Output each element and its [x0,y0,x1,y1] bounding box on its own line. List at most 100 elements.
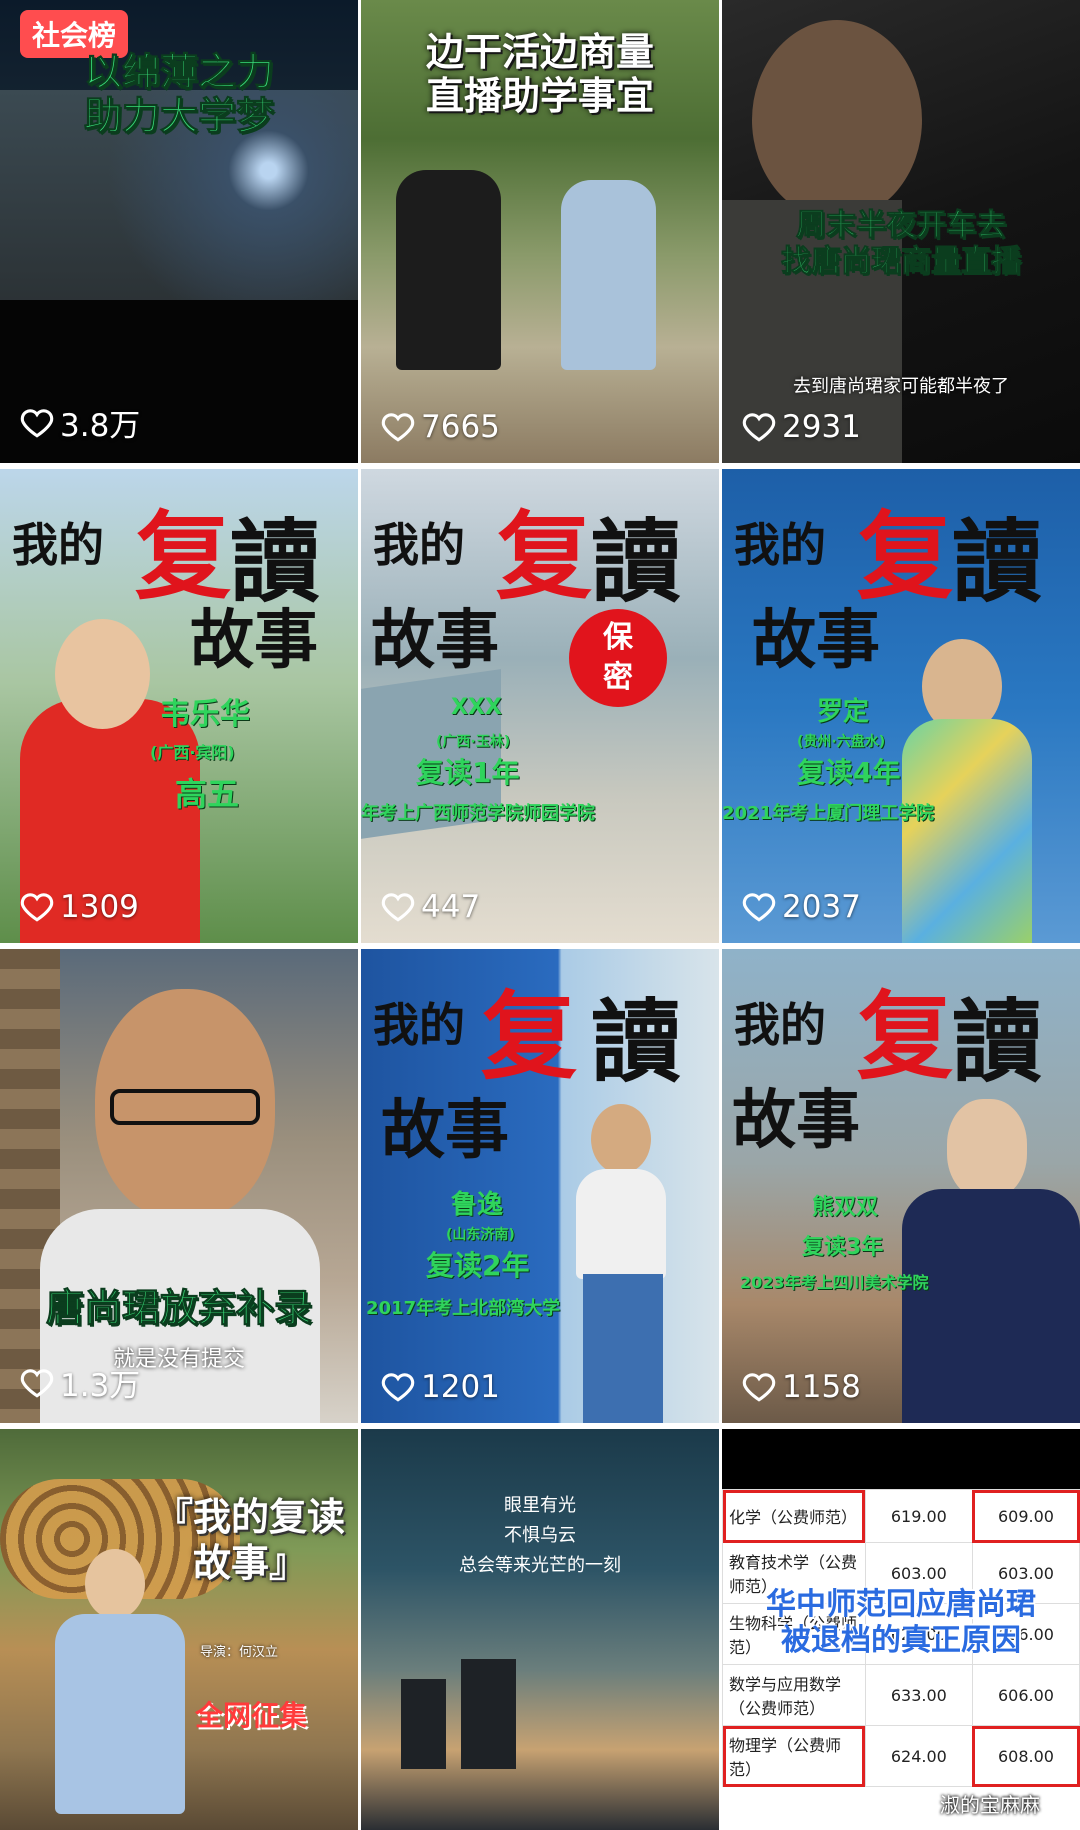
video-grid: 社会榜 以绵薄之力 助力大学梦 3.8万 边干活边商量 直播助学事宜 7665 … [0,0,1080,1830]
director-credit: 导演：何汉立 [200,1645,279,1660]
student-place: (山东济南) [446,1227,515,1243]
student-place: (广西·玉林) [436,734,511,750]
campaign-banner: 全网征集 [195,1699,308,1732]
student-info: 复读1年 [416,756,520,789]
story-title-part: 复 [857,980,953,1093]
video-tile-4[interactable]: 我的 复 讀 故事 韦乐华 (广西·宾阳) 高五 1309 [0,469,358,943]
person-figure [561,180,656,370]
like-count: 2037 [742,889,861,925]
heart-icon [381,413,415,442]
tile-caption-line-2: 直播助学事宜 [425,74,654,118]
poem-line-3: 总会等来光芒的一刻 [459,1555,621,1576]
story-title: 『我的复读故事』 [154,1495,345,1585]
student-info: 复读3年 [802,1235,884,1260]
table-row: 化学（公费师范） 619.00 609.00 [722,1489,1080,1543]
person-face [85,1549,145,1619]
video-tile-7[interactable]: 唐尚珺放弃补录 就是没有提交 1.3万 [0,949,358,1423]
video-tile-5[interactable]: 我的 复 讀 故事 保密 XXX (广西·玉林) 复读1年 年考上广西师范学院师… [361,469,719,943]
student-info: 复读2年 [426,1249,530,1282]
table-cell: 606.00 [971,1664,1080,1726]
table-cell: 物理学（公费师范） [722,1725,866,1787]
table-cell: 633.00 [864,1664,973,1726]
student-name: 鲁逸 [451,1190,504,1220]
table-row: 物理学（公费师范） 624.00 608.00 [722,1725,1080,1787]
headline-line-2: 被退档的真正原因 [781,1623,1021,1658]
tile-caption-line-1: 以绵薄之力 [83,50,274,95]
tile-caption-line-2: 助力大学梦 [83,94,274,139]
video-tile-8[interactable]: 我的 复 讀 故事 鲁逸 (山东济南) 复读2年 2017年考上北部湾大学 12… [361,949,719,1423]
like-count-text: 1158 [782,1369,861,1405]
heart-icon [742,893,776,922]
story-title-part: 讀 [952,989,1042,1095]
person-face [752,20,922,220]
story-title-part: 讀 [952,509,1042,615]
table-cell: 608.00 [971,1725,1080,1787]
like-count: 7665 [381,409,500,445]
story-title-part: 我的 [734,518,826,572]
table-cell: 数学与应用数学（公费师范） [722,1664,866,1726]
video-tile-2[interactable]: 边干活边商量 直播助学事宜 7665 [361,0,719,463]
like-count-text: 2037 [782,889,861,925]
student-info: 高五 [175,775,240,813]
heart-icon [381,893,415,922]
like-count: 3.8万 [20,400,140,445]
video-tile-6[interactable]: 我的 复 讀 故事 罗定 (贵州·六盘水) 复读4年 2021年考上厦门理工学院… [722,469,1080,943]
person-figure [55,1614,185,1814]
video-tile-12[interactable]: 化学（公费师范） 619.00 609.00 教育技术学（公费师范） 603.0… [722,1429,1080,1830]
student-name: 韦乐华 [160,697,250,732]
like-count: 1158 [742,1369,861,1405]
like-count-text: 1.3万 [60,1368,141,1404]
story-title-part: 我的 [734,998,826,1052]
table-cell: 609.00 [971,1489,1080,1543]
like-count: 1201 [381,1369,500,1405]
student-school: 2017年考上北部湾大学 [366,1298,561,1319]
student-place: (广西·宾阳) [150,743,235,762]
table-cell: 619.00 [864,1489,973,1543]
video-tile-11[interactable]: 眼里有光 不惧乌云 总会等来光芒的一刻 [361,1429,719,1830]
like-count: 1.3万 [20,1360,140,1405]
story-title-part: 复 [496,500,592,613]
like-count-text: 1201 [421,1369,500,1405]
person-figure [902,1189,1080,1423]
tile-caption-line-2: 找唐尚珺商量直播 [781,244,1022,280]
student-place: (贵州·六盘水) [797,734,886,750]
like-count-text: 2931 [782,409,861,445]
secret-stamp: 保密 [569,609,667,707]
tile-subtitle: 去到唐尚珺家可能都半夜了 [793,376,1009,397]
story-title-part: 我的 [373,518,465,572]
person-figure [902,719,1032,943]
like-count: 1309 [20,889,139,925]
heart-icon [20,408,54,438]
video-tile-10[interactable]: 『我的复读故事』 导演：何汉立 全网征集 [0,1429,358,1830]
headline-line-1: 华中师范回应唐尚珺 [766,1587,1036,1622]
like-count-text: 7665 [421,409,500,445]
student-school: 年考上广西师范学院师园学院 [361,803,595,824]
account-watermark: 淑的宝麻麻 [910,1789,1040,1818]
tile-caption-line-1: 边干活边商量 [425,30,654,74]
top-black-band [722,1429,1080,1489]
video-tile-3[interactable]: 周末半夜开车去 找唐尚珺商量直播 去到唐尚珺家可能都半夜了 2931 [722,0,1080,463]
person-legs [583,1274,663,1423]
person-face [591,1104,651,1174]
story-title-part: 讀 [591,509,681,615]
person-face [947,1099,1027,1199]
student-school: 2023年考上四川美术学院 [740,1273,929,1292]
student-name: 熊双双 [812,1195,879,1220]
story-title-part: 复 [481,980,577,1093]
story-title-part: 讀 [591,989,681,1095]
heart-icon [381,1373,415,1402]
student-name: 罗定 [817,697,870,727]
story-title-part: 我的 [12,518,104,572]
watermark-text: 淑的宝麻麻 [940,1793,1040,1817]
heart-icon [20,893,54,922]
like-count-text: 3.8万 [60,408,141,444]
poem-line-1: 眼里有光 [504,1495,576,1516]
story-title-part: 我的 [373,998,465,1052]
person-figure [396,170,501,370]
video-tile-1[interactable]: 社会榜 以绵薄之力 助力大学梦 3.8万 [0,0,358,463]
wechat-icon [912,1794,932,1812]
table-cell: 化学（公费师范） [722,1489,866,1543]
building-silhouette [461,1659,516,1769]
like-count: 447 [381,889,480,925]
video-tile-9[interactable]: 我的 复 讀 故事 熊双双 复读3年 2023年考上四川美术学院 1158 [722,949,1080,1423]
